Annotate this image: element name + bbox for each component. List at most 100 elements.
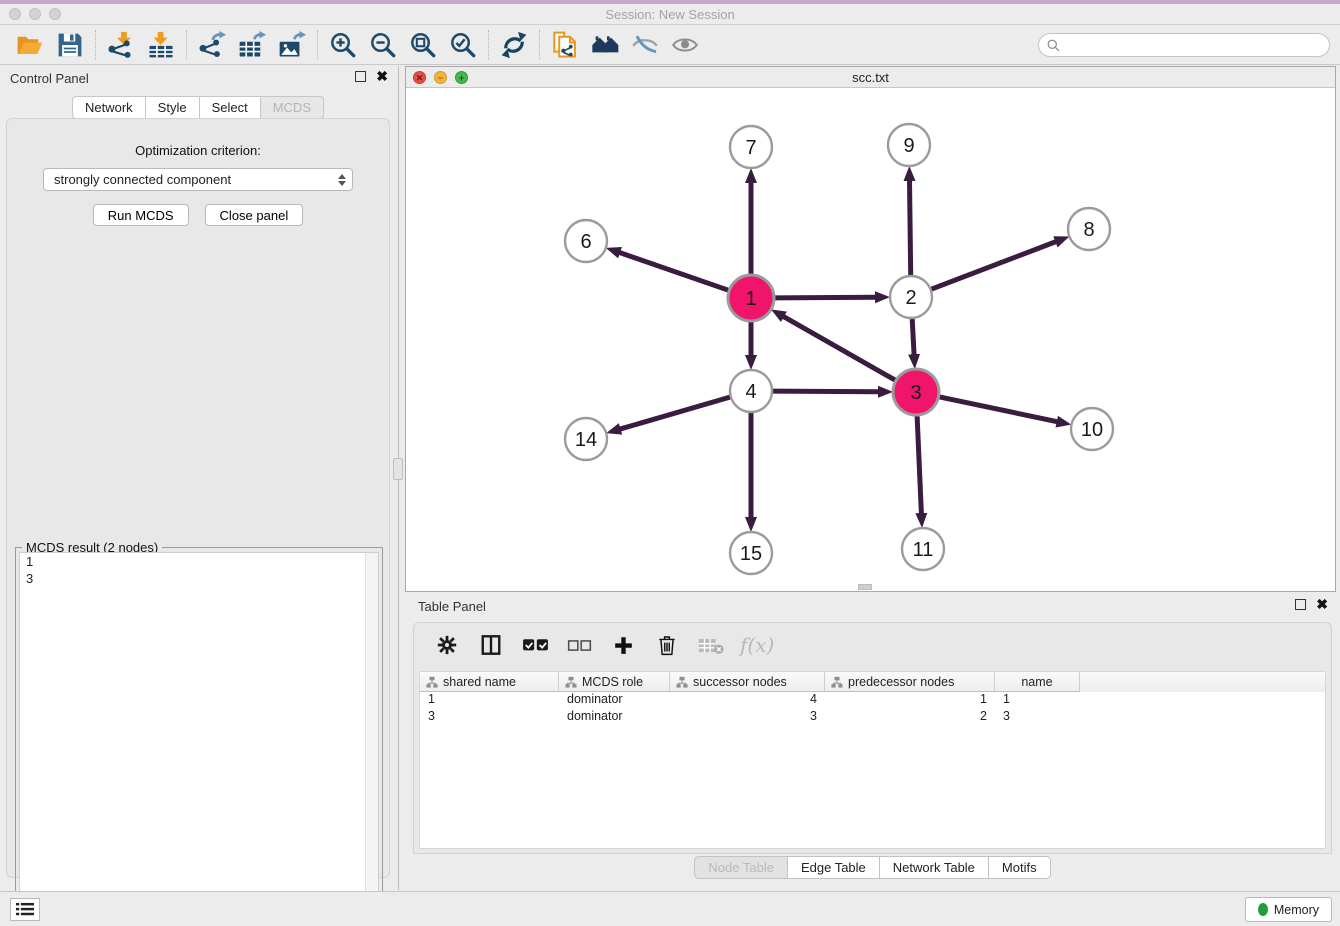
zoom-fit-icon[interactable] <box>403 28 443 62</box>
table-options-gear-icon[interactable] <box>432 630 462 660</box>
apply-layout-icon[interactable] <box>494 28 534 62</box>
save-session-icon[interactable] <box>50 28 90 62</box>
task-history-button[interactable] <box>10 898 40 921</box>
column-header-MCDS-role[interactable]: MCDS role <box>559 672 670 692</box>
float-table-panel-icon[interactable] <box>1295 599 1306 610</box>
column-visibility-icon[interactable] <box>476 630 506 660</box>
node-8[interactable]: 8 <box>1068 208 1110 250</box>
mcds-result-list[interactable]: 13 <box>19 552 379 921</box>
edge-1-2[interactable] <box>775 297 876 298</box>
tab-mcds[interactable]: MCDS <box>261 96 324 119</box>
table-row[interactable]: 3dominator323 <box>420 709 1325 726</box>
zoom-in-icon[interactable] <box>323 28 363 62</box>
sort-column-icon[interactable] <box>676 676 688 688</box>
node-10[interactable]: 10 <box>1071 408 1113 450</box>
mcds-result-item[interactable]: 1 <box>20 553 378 570</box>
node-2[interactable]: 2 <box>890 276 932 318</box>
tab-edge-table[interactable]: Edge Table <box>788 856 880 879</box>
network-frame-titlebar[interactable]: ✕ − + scc.txt <box>406 67 1335 88</box>
table-cell[interactable]: 3 <box>670 709 825 726</box>
svg-text:1: 1 <box>745 288 756 310</box>
sort-column-icon[interactable] <box>426 676 438 688</box>
splitter-grip[interactable] <box>393 458 403 480</box>
run-mcds-button[interactable]: Run MCDS <box>93 204 189 226</box>
edge-3-10[interactable] <box>940 397 1058 422</box>
tab-network[interactable]: Network <box>72 96 146 119</box>
edge-2-9[interactable] <box>910 180 911 275</box>
deselect-all-rows-icon[interactable] <box>564 630 594 660</box>
zoom-selected-icon[interactable] <box>443 28 483 62</box>
edge-4-3[interactable] <box>773 391 879 392</box>
export-table-icon[interactable] <box>232 28 272 62</box>
edge-2-8[interactable] <box>932 242 1057 290</box>
edge-3-1[interactable] <box>783 316 895 380</box>
close-panel-button[interactable]: Close panel <box>205 204 304 226</box>
table-cell[interactable]: 1 <box>995 692 1080 709</box>
clone-network-icon[interactable] <box>545 28 585 62</box>
export-image-icon[interactable] <box>272 28 312 62</box>
table-cell[interactable]: 2 <box>825 709 995 726</box>
table-cell[interactable]: dominator <box>559 709 670 726</box>
table-header-row: shared nameMCDS role successor nodes prede… <box>420 672 1325 692</box>
sort-column-icon[interactable] <box>565 676 577 688</box>
network-frame-title: scc.txt <box>406 70 1335 85</box>
tab-motifs[interactable]: Motifs <box>989 856 1051 879</box>
edge-4-14[interactable] <box>620 397 730 429</box>
node-3[interactable]: 3 <box>893 369 939 415</box>
memory-button[interactable]: Memory <box>1245 897 1332 922</box>
edge-2-3[interactable] <box>912 319 914 355</box>
node-4[interactable]: 4 <box>730 370 772 412</box>
show-all-icon[interactable] <box>665 28 705 62</box>
table-cell[interactable]: 1 <box>825 692 995 709</box>
float-panel-icon[interactable] <box>355 71 366 82</box>
node-15[interactable]: 15 <box>730 532 772 574</box>
edge-1-6[interactable] <box>619 252 728 290</box>
node-1[interactable]: 1 <box>728 275 774 321</box>
node-11[interactable]: 11 <box>902 528 944 570</box>
table-cell[interactable]: 1 <box>420 692 559 709</box>
sort-column-icon[interactable] <box>831 676 843 688</box>
result-scrollbar[interactable] <box>365 553 378 920</box>
search-input[interactable] <box>1038 33 1330 57</box>
export-network-icon[interactable] <box>192 28 232 62</box>
tab-style[interactable]: Style <box>146 96 200 119</box>
zoom-out-icon[interactable] <box>363 28 403 62</box>
network-graph[interactable]: 7 9 6 8 1 2 4 3 14 10 15 11 <box>406 88 1335 591</box>
svg-text:15: 15 <box>740 543 762 565</box>
import-network-icon[interactable] <box>101 28 141 62</box>
tab-select[interactable]: Select <box>200 96 261 119</box>
close-panel-icon[interactable]: ✖ <box>376 71 388 82</box>
column-header-predecessor-nodes[interactable]: predecessor nodes <box>825 672 995 692</box>
first-neighbors-icon[interactable] <box>585 28 625 62</box>
select-all-rows-icon[interactable] <box>520 630 550 660</box>
node-7[interactable]: 7 <box>730 126 772 168</box>
close-table-panel-icon[interactable]: ✖ <box>1316 599 1328 610</box>
table-cell[interactable]: 3 <box>420 709 559 726</box>
table-cell[interactable]: dominator <box>559 692 670 709</box>
hide-selected-icon[interactable] <box>625 28 665 62</box>
svg-text:11: 11 <box>913 539 934 561</box>
delete-column-icon[interactable] <box>652 630 682 660</box>
mcds-result-item[interactable]: 3 <box>20 570 378 587</box>
network-canvas[interactable]: 7 9 6 8 1 2 4 3 14 10 15 11 <box>406 88 1335 591</box>
table-cell[interactable]: 4 <box>670 692 825 709</box>
column-header-name[interactable]: name <box>995 672 1080 692</box>
frame-resize-grip[interactable] <box>858 584 872 590</box>
add-column-icon[interactable] <box>608 630 638 660</box>
table-cell[interactable]: 3 <box>995 709 1080 726</box>
column-header-shared-name[interactable]: shared name <box>420 672 559 692</box>
node-6[interactable]: 6 <box>565 220 607 262</box>
criterion-select[interactable]: strongly connected component <box>43 168 353 191</box>
node-14[interactable]: 14 <box>565 418 607 460</box>
open-file-icon[interactable] <box>10 28 50 62</box>
import-table-icon[interactable] <box>141 28 181 62</box>
column-label: successor nodes <box>693 675 787 689</box>
function-builder-icon: f(x) <box>740 630 774 660</box>
table-row[interactable]: 1dominator411 <box>420 692 1325 709</box>
tab-network-table[interactable]: Network Table <box>880 856 989 879</box>
tab-node-table[interactable]: Node Table <box>694 856 788 879</box>
node-9[interactable]: 9 <box>888 124 930 166</box>
column-header-successor-nodes[interactable]: successor nodes <box>670 672 825 692</box>
edge-3-11[interactable] <box>917 416 921 514</box>
node-table[interactable]: shared nameMCDS role successor nodes prede… <box>419 671 1326 849</box>
